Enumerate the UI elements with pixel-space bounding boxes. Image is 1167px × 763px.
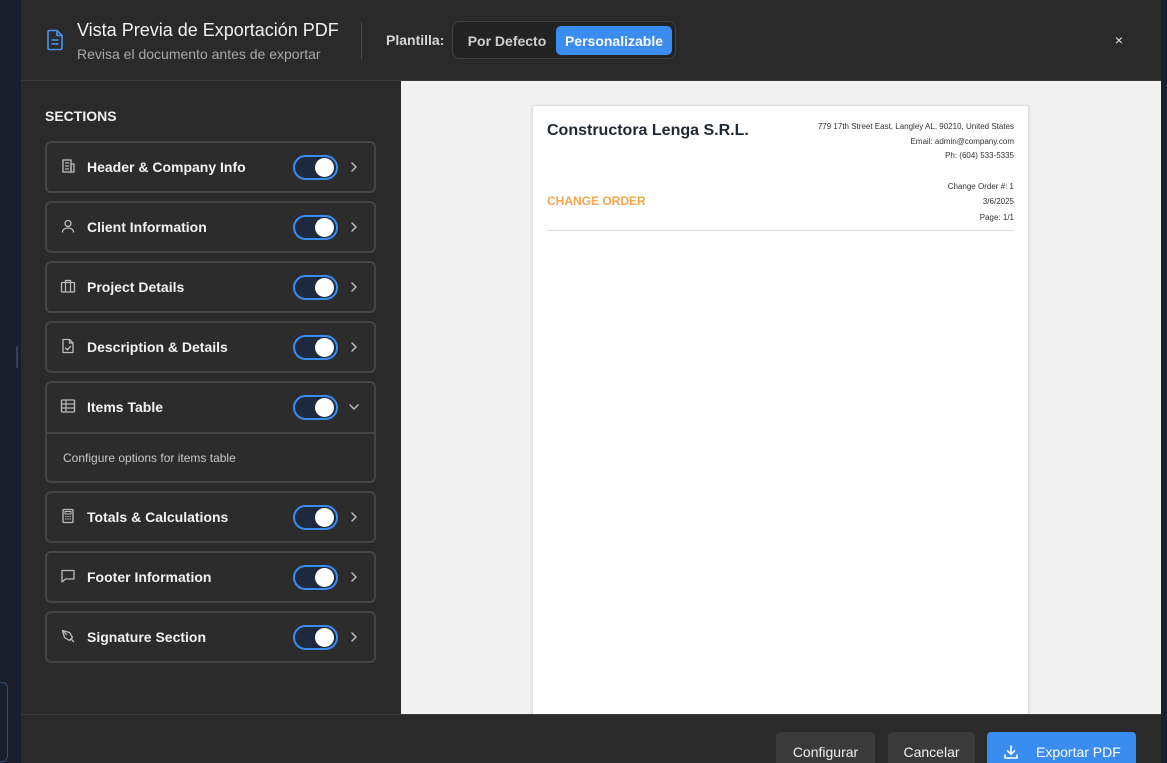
modal-subtitle: Revisa el documento antes de exportar (77, 46, 321, 62)
chevron-right-icon[interactable] (347, 569, 361, 585)
file-check-icon (62, 338, 74, 354)
section-card-description[interactable]: Description & Details (45, 321, 376, 373)
chevron-right-icon[interactable] (347, 339, 361, 355)
section-toggle[interactable] (293, 155, 338, 180)
header-rule (547, 230, 1014, 231)
section-toggle[interactable] (293, 215, 338, 240)
toggle-knob (315, 338, 334, 357)
section-card-footer-info[interactable]: Footer Information (45, 551, 376, 603)
company-address: 779 17th Street East, Langley AL, 90210,… (817, 122, 1014, 131)
sections-heading: SECTIONS (45, 108, 117, 124)
company-email: Email: admin@company.com (910, 137, 1014, 146)
chevron-down-icon[interactable] (347, 399, 361, 415)
pdf-preview-area[interactable]: Constructora Lenga S.R.L. 779 17th Stree… (401, 81, 1161, 714)
chevron-right-icon[interactable] (347, 629, 361, 645)
user-icon (61, 219, 75, 233)
building-icon (62, 159, 75, 173)
template-custom-button[interactable]: Personalizable (556, 26, 672, 55)
template-default-button[interactable]: Por Defecto (458, 26, 556, 55)
section-toggle[interactable] (293, 335, 338, 360)
header-divider (361, 22, 362, 59)
section-label: Description & Details (87, 339, 228, 355)
toggle-knob (315, 398, 334, 417)
section-label: Client Information (87, 219, 207, 235)
toggle-knob (315, 568, 334, 587)
cancel-button[interactable]: Cancelar (888, 732, 975, 763)
section-card-client-info[interactable]: Client Information (45, 201, 376, 253)
change-order-number: Change Order #: 1 (947, 182, 1014, 191)
section-toggle[interactable] (293, 395, 338, 420)
backdrop-panel-edge (0, 682, 8, 762)
section-label: Items Table (87, 399, 163, 415)
briefcase-icon (60, 279, 76, 293)
section-toggle[interactable] (293, 625, 338, 650)
toggle-knob (315, 278, 334, 297)
modal-header: Vista Previa de Exportación PDF Revisa e… (21, 0, 1161, 81)
section-card-totals[interactable]: Totals & Calculations (45, 491, 376, 543)
export-label: Exportar PDF (1036, 744, 1121, 760)
pen-icon (61, 629, 75, 643)
chevron-right-icon[interactable] (347, 219, 361, 235)
toggle-knob (315, 218, 334, 237)
section-toggle[interactable] (293, 275, 338, 300)
section-label: Header & Company Info (87, 159, 246, 175)
section-toggle[interactable] (293, 565, 338, 590)
chevron-right-icon[interactable] (347, 509, 361, 525)
section-card-items-table[interactable]: Items Table Configure options for items … (45, 381, 376, 483)
template-label: Plantilla: (386, 32, 445, 48)
table-icon (60, 399, 76, 413)
card-divider (47, 432, 374, 434)
company-phone: Ph: (604) 533-5335 (945, 151, 1014, 160)
export-pdf-button[interactable]: Exportar PDF (987, 732, 1136, 763)
page-number: Page: 1/1 (979, 213, 1014, 222)
document-title: CHANGE ORDER (547, 194, 646, 208)
company-name: Constructora Lenga S.R.L. (547, 122, 749, 139)
message-icon (61, 569, 75, 583)
backdrop (0, 0, 21, 763)
section-toggle[interactable] (293, 505, 338, 530)
export-preview-modal: Vista Previa de Exportación PDF Revisa e… (21, 0, 1161, 763)
sections-sidebar: SECTIONS Header & Company Info Client In… (21, 81, 401, 714)
section-card-project-details[interactable]: Project Details (45, 261, 376, 313)
template-selector: Por Defecto Personalizable (452, 21, 676, 59)
modal-footer: Configurar Cancelar Exportar PDF (21, 714, 1161, 763)
document-icon (47, 29, 63, 51)
items-table-config-text: Configure options for items table (63, 451, 236, 465)
backdrop-handle (16, 346, 18, 368)
download-icon (1004, 745, 1018, 759)
document-date: 3/6/2025 (982, 197, 1014, 206)
section-label: Signature Section (87, 629, 207, 645)
configure-button[interactable]: Configurar (776, 732, 875, 763)
close-button[interactable]: × (1111, 31, 1127, 49)
toggle-knob (315, 158, 334, 177)
section-label: Project Details (87, 279, 185, 295)
modal-title: Vista Previa de Exportación PDF (77, 20, 339, 40)
section-label: Footer Information (87, 569, 212, 585)
toggle-knob (315, 508, 334, 527)
backdrop-right (1161, 0, 1167, 763)
section-card-header-company[interactable]: Header & Company Info (45, 141, 376, 193)
chevron-right-icon[interactable] (347, 159, 361, 175)
chevron-right-icon[interactable] (347, 279, 361, 295)
pdf-page: Constructora Lenga S.R.L. 779 17th Stree… (532, 105, 1029, 714)
section-label: Totals & Calculations (87, 509, 229, 525)
calculator-icon (62, 508, 74, 524)
toggle-knob (315, 628, 334, 647)
section-card-signature[interactable]: Signature Section (45, 611, 376, 663)
